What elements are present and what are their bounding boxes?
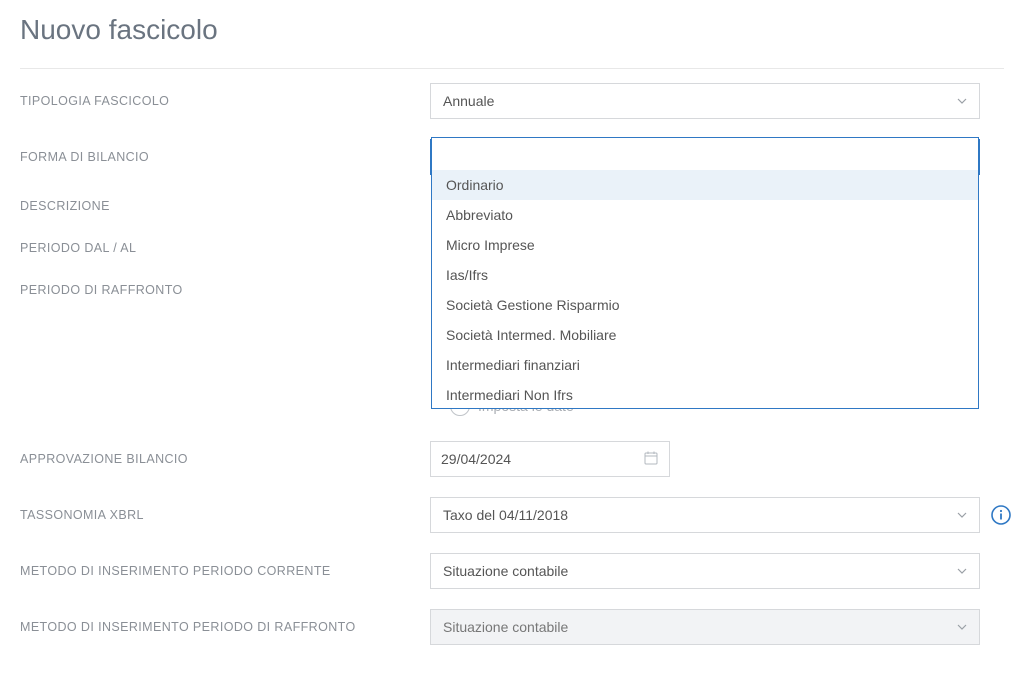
select-tassonomia-value: Taxo del 04/11/2018 — [443, 507, 568, 523]
date-approvazione-value: 29/04/2024 — [441, 451, 511, 467]
select-tipologia-fascicolo[interactable]: Annuale — [430, 83, 980, 119]
dropdown-forma-di-bilancio: Ordinario Abbreviato Micro Imprese Ias/I… — [431, 137, 979, 409]
row-metodo-corrente: METODO DI INSERIMENTO PERIODO CORRENTE S… — [20, 543, 1004, 599]
select-metodo-corrente[interactable]: Situazione contabile — [430, 553, 980, 589]
calendar-icon — [643, 450, 659, 469]
dropdown-item-micro-imprese[interactable]: Micro Imprese — [432, 230, 978, 260]
select-metodo-raffronto-value: Situazione contabile — [443, 619, 568, 635]
label-metodo-corrente: METODO DI INSERIMENTO PERIODO CORRENTE — [20, 564, 430, 578]
chevron-down-icon — [955, 94, 969, 108]
label-periodo-raffronto: PERIODO DI RAFFRONTO — [20, 283, 430, 297]
row-approvazione-bilancio: APPROVAZIONE BILANCIO 29/04/2024 — [20, 431, 1004, 487]
row-tipologia-fascicolo: TIPOLOGIA FASCICOLO Annuale — [20, 73, 1004, 129]
chevron-down-icon — [955, 620, 969, 634]
date-approvazione-bilancio[interactable]: 29/04/2024 — [430, 441, 670, 477]
info-icon[interactable] — [990, 504, 1012, 526]
dropdown-item-societa-intermed-mobiliare[interactable]: Società Intermed. Mobiliare — [432, 320, 978, 350]
dropdown-search-area[interactable] — [432, 138, 978, 170]
label-forma-di-bilancio: FORMA DI BILANCIO — [20, 150, 430, 164]
chevron-down-icon — [955, 564, 969, 578]
dropdown-list[interactable]: Ordinario Abbreviato Micro Imprese Ias/I… — [432, 170, 978, 408]
dropdown-item-intermediari-non-ifrs[interactable]: Intermediari Non Ifrs — [432, 380, 978, 408]
dropdown-item-ias-ifrs[interactable]: Ias/Ifrs — [432, 260, 978, 290]
label-metodo-raffronto: METODO DI INSERIMENTO PERIODO DI RAFFRON… — [20, 620, 430, 634]
dropdown-item-societa-gestione-risparmio[interactable]: Società Gestione Risparmio — [432, 290, 978, 320]
label-periodo-dal-al: PERIODO DAL / AL — [20, 241, 430, 255]
label-tassonomia-xbrl: TASSONOMIA XBRL — [20, 508, 430, 522]
select-metodo-raffronto: Situazione contabile — [430, 609, 980, 645]
label-descrizione: DESCRIZIONE — [20, 199, 430, 213]
label-approvazione-bilancio: APPROVAZIONE BILANCIO — [20, 452, 430, 466]
select-tassonomia-xbrl[interactable]: Taxo del 04/11/2018 — [430, 497, 980, 533]
dropdown-item-ordinario[interactable]: Ordinario — [432, 170, 978, 200]
select-tipologia-value: Annuale — [443, 93, 494, 109]
select-metodo-corrente-value: Situazione contabile — [443, 563, 568, 579]
dropdown-item-abbreviato[interactable]: Abbreviato — [432, 200, 978, 230]
row-tassonomia-xbrl: TASSONOMIA XBRL Taxo del 04/11/2018 — [20, 487, 1004, 543]
label-tipologia-fascicolo: TIPOLOGIA FASCICOLO — [20, 94, 430, 108]
row-metodo-raffronto: METODO DI INSERIMENTO PERIODO DI RAFFRON… — [20, 599, 1004, 655]
chevron-down-icon — [955, 508, 969, 522]
dropdown-item-intermediari-finanziari[interactable]: Intermediari finanziari — [432, 350, 978, 380]
page-title: Nuovo fascicolo — [0, 0, 1024, 50]
